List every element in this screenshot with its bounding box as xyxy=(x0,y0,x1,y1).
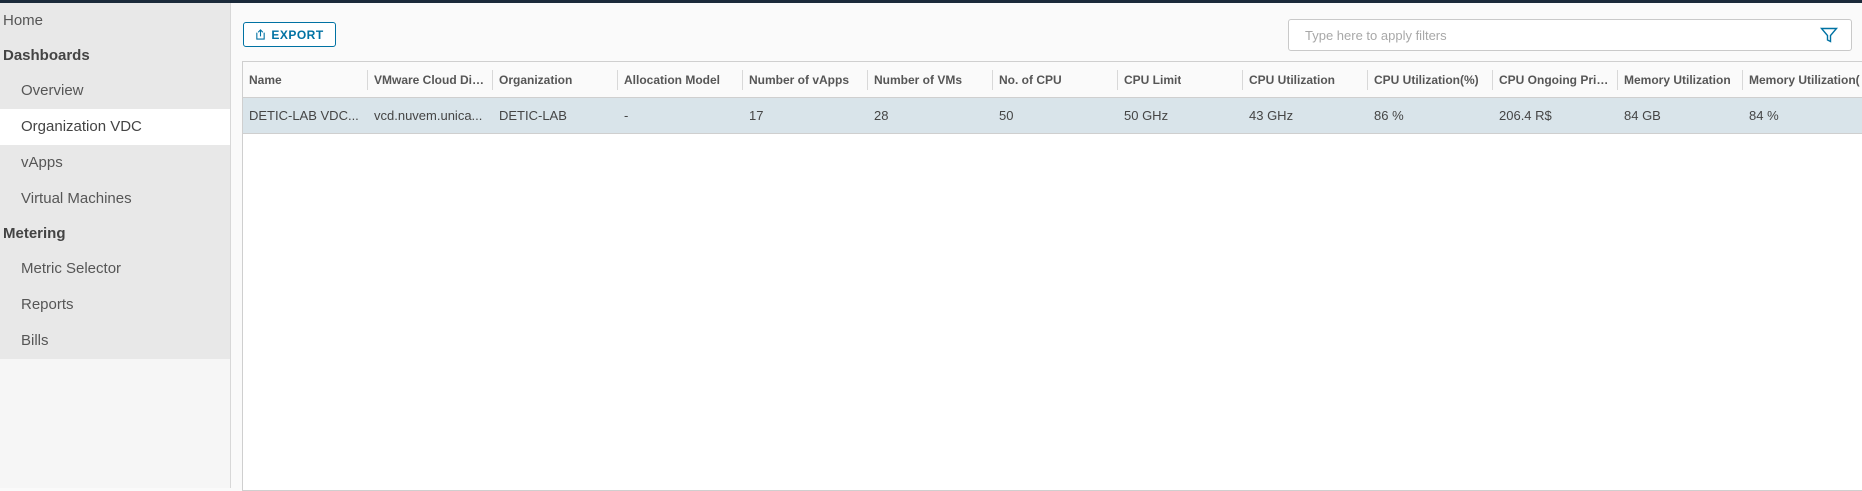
cell-vmware-cloud-director: vcd.nuvem.unica... xyxy=(374,108,483,123)
sidebar-item-bills[interactable]: Bills xyxy=(0,323,230,359)
export-button[interactable]: EXPORT xyxy=(243,22,336,47)
sidebar-item-overview[interactable]: Overview xyxy=(0,73,230,109)
main-content: EXPORT Name VMware Cloud Dire... Organiz… xyxy=(232,3,1862,491)
sidebar-item-organization-vdc[interactable]: Organization VDC xyxy=(0,109,230,145)
sidebar: Home Dashboards Overview Organization VD… xyxy=(0,3,231,488)
data-grid: Name VMware Cloud Dire... Organization A… xyxy=(242,61,1862,491)
column-header-cpu-utilization-percent[interactable]: CPU Utilization(%) xyxy=(1368,62,1493,97)
cell-cpu-ongoing-price: 206.4 R$ xyxy=(1499,108,1552,123)
sidebar-item-virtual-machines[interactable]: Virtual Machines xyxy=(0,181,230,217)
sidebar-item-home[interactable]: Home xyxy=(0,3,230,39)
filter-input[interactable] xyxy=(1289,20,1819,50)
cell-organization: DETIC-LAB xyxy=(499,108,567,123)
table-row[interactable]: DETIC-LAB VDC... vcd.nuvem.unica... DETI… xyxy=(243,98,1862,134)
cell-no-of-cpu: 50 xyxy=(999,108,1014,123)
column-header-cpu-limit[interactable]: CPU Limit xyxy=(1118,62,1243,97)
column-header-name[interactable]: Name xyxy=(243,62,368,97)
column-header-vmware-cloud-director[interactable]: VMware Cloud Dire... xyxy=(368,62,493,97)
column-header-organization[interactable]: Organization xyxy=(493,62,618,97)
cell-number-of-vms: 28 xyxy=(874,108,889,123)
cell-memory-utilization: 84 GB xyxy=(1624,108,1661,123)
cell-allocation-model: - xyxy=(624,108,629,123)
filter-icon[interactable] xyxy=(1819,25,1839,45)
column-header-memory-utilization-percent[interactable]: Memory Utilization( xyxy=(1743,62,1862,97)
export-icon xyxy=(256,29,266,40)
column-header-memory-utilization[interactable]: Memory Utilization xyxy=(1618,62,1743,97)
cell-cpu-limit: 50 GHz xyxy=(1124,108,1169,123)
sidebar-section-metering: Metering xyxy=(3,225,66,242)
export-button-label: EXPORT xyxy=(271,27,324,42)
sidebar-nav: Home Dashboards Overview Organization VD… xyxy=(0,3,230,359)
column-header-allocation-model[interactable]: Allocation Model xyxy=(618,62,743,97)
column-header-number-of-vapps[interactable]: Number of vApps xyxy=(743,62,868,97)
filter-box xyxy=(1288,19,1852,51)
cell-memory-utilization-percent: 84 % xyxy=(1749,108,1779,123)
column-header-cpu-ongoing-price[interactable]: CPU Ongoing Price ... xyxy=(1493,62,1618,97)
sidebar-item-reports[interactable]: Reports xyxy=(0,287,230,323)
column-header-cpu-utilization[interactable]: CPU Utilization xyxy=(1243,62,1368,97)
cell-cpu-utilization-percent: 86 % xyxy=(1374,108,1404,123)
column-header-no-of-cpu[interactable]: No. of CPU xyxy=(993,62,1118,97)
sidebar-section-dashboards: Dashboards xyxy=(3,47,90,64)
grid-header: Name VMware Cloud Dire... Organization A… xyxy=(243,62,1862,98)
sidebar-item-vapps[interactable]: vApps xyxy=(0,145,230,181)
sidebar-item-metric-selector[interactable]: Metric Selector xyxy=(0,251,230,287)
cell-number-of-vapps: 17 xyxy=(749,108,764,123)
column-header-number-of-vms[interactable]: Number of VMs xyxy=(868,62,993,97)
cell-cpu-utilization: 43 GHz xyxy=(1249,108,1294,123)
cell-name: DETIC-LAB VDC... xyxy=(249,108,359,123)
